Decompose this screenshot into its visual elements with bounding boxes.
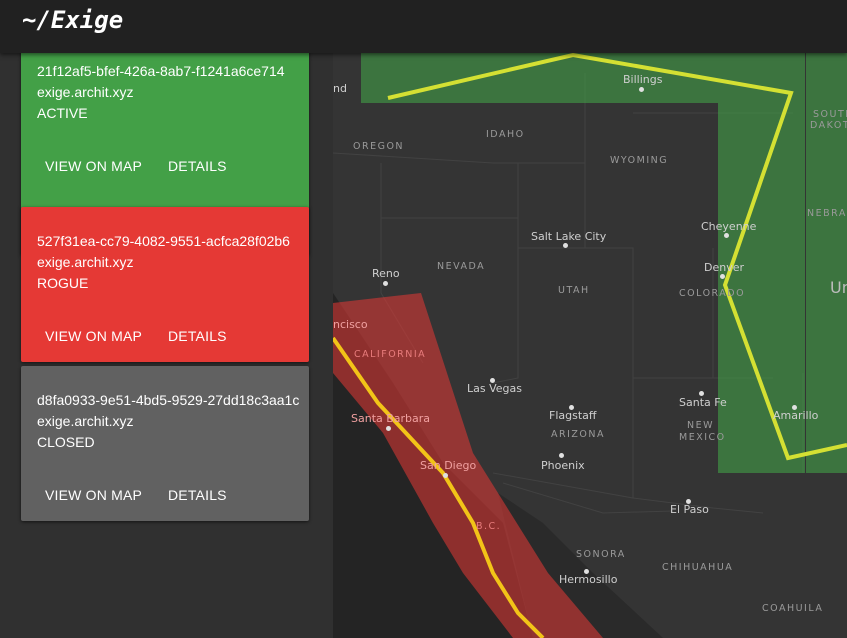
sidebar: 21f12af5-bfef-426a-8ab7-f1241a6ce714 exi… — [0, 43, 333, 638]
connection-card-rogue: 527f31ea-cc79-4082-9551-acfca28f02b6 exi… — [21, 207, 309, 362]
city-label: Cheyenne — [701, 220, 757, 233]
region-label: NEVADA — [437, 261, 486, 272]
region-label: IDAHO — [486, 129, 525, 140]
city-label: nd — [333, 82, 347, 95]
city-dot — [569, 405, 574, 410]
app-bar: ~/Exige — [0, 0, 847, 53]
region-label: CHIHUAHUA — [662, 562, 734, 573]
details-button[interactable]: DETAILS — [168, 158, 227, 174]
region-label: B.C. — [476, 521, 502, 532]
city-label: Reno — [372, 267, 400, 280]
city-label: Amarillo — [773, 409, 819, 422]
city-dot — [559, 453, 564, 458]
city-dot — [383, 281, 388, 286]
region-label: COLORADO — [679, 288, 746, 299]
view-on-map-button[interactable]: VIEW ON MAP — [45, 158, 142, 174]
city-dot — [699, 391, 704, 396]
region-label: CALIFORNIA — [354, 349, 427, 360]
region-label: COAHUILA — [762, 603, 824, 614]
details-button[interactable]: DETAILS — [168, 487, 227, 503]
city-label: Salt Lake City — [531, 230, 607, 243]
region-label: OREGON — [353, 141, 405, 152]
card-host: exige.archit.xyz — [37, 413, 134, 429]
city-label: Denver — [704, 261, 745, 274]
country-label: Un — [830, 278, 847, 297]
region-label: SONORA — [576, 549, 626, 560]
details-button[interactable]: DETAILS — [168, 328, 227, 344]
card-status: CLOSED — [37, 434, 95, 450]
card-id: 527f31ea-cc79-4082-9551-acfca28f02b6 — [37, 233, 290, 249]
app-title: ~/Exige — [22, 6, 124, 34]
city-dot — [563, 243, 568, 248]
card-status: ACTIVE — [37, 105, 88, 121]
region-label: NEBRA — [807, 208, 847, 219]
city-dot — [724, 233, 729, 238]
region-label: ARIZONA — [551, 429, 605, 440]
view-on-map-button[interactable]: VIEW ON MAP — [45, 487, 142, 503]
region-label: SOUTH — [813, 109, 847, 120]
region-label: MEXICO — [679, 432, 726, 443]
card-host: exige.archit.xyz — [37, 254, 134, 270]
city-dot — [720, 274, 725, 279]
card-id: 21f12af5-bfef-426a-8ab7-f1241a6ce714 — [37, 63, 285, 79]
city-label: Phoenix — [541, 459, 585, 472]
city-label: Hermosillo — [559, 573, 618, 586]
city-dot — [686, 499, 691, 504]
city-dot — [639, 87, 644, 92]
view-on-map-button[interactable]: VIEW ON MAP — [45, 328, 142, 344]
region-label: DAKOT — [810, 120, 847, 131]
city-label: San Diego — [420, 459, 477, 472]
city-dot — [490, 378, 495, 383]
city-label: Flagstaff — [549, 409, 597, 422]
card-status: ROGUE — [37, 275, 89, 291]
city-label: Santa Fe — [679, 396, 727, 409]
city-label: Billings — [623, 73, 663, 86]
city-label: Las Vegas — [467, 382, 522, 395]
card-host: exige.archit.xyz — [37, 84, 134, 100]
map-view[interactable]: nd Billings Salt Lake City Cheyenne Denv… — [333, 53, 847, 638]
city-dot — [443, 473, 448, 478]
card-id: d8fa0933-9e51-4bd5-9529-27dd18c3aa1c — [37, 392, 300, 408]
city-label: El Paso — [670, 503, 709, 516]
city-dot — [584, 569, 589, 574]
region-label: WYOMING — [610, 155, 669, 166]
region-label: NEW — [687, 420, 715, 431]
connection-card-closed: d8fa0933-9e51-4bd5-9529-27dd18c3aa1c exi… — [21, 366, 309, 521]
city-dot — [792, 405, 797, 410]
city-dot — [386, 426, 391, 431]
city-label: Santa Barbara — [351, 412, 431, 425]
region-label: UTAH — [558, 285, 590, 296]
city-label: ncisco — [333, 318, 368, 331]
